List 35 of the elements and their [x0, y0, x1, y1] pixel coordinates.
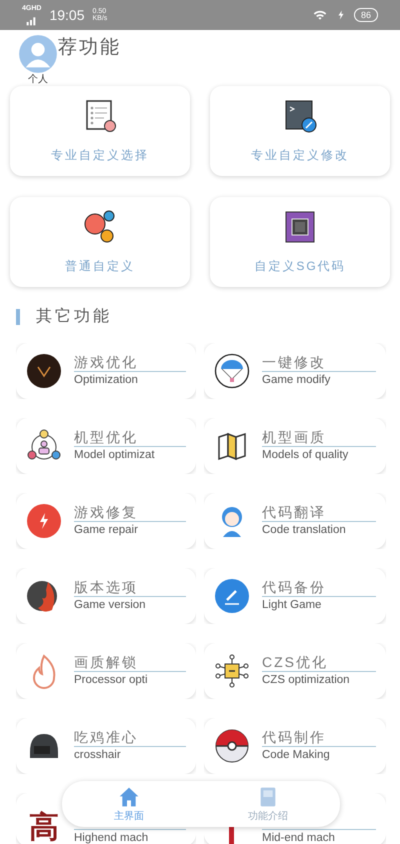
card-title: 一键修改 — [262, 354, 376, 372]
card-title: 代码制作 — [262, 729, 376, 747]
card-title: 代码翻译 — [262, 504, 376, 522]
glyph-icon: 高 — [26, 810, 62, 844]
card-title: 代码备份 — [262, 579, 376, 597]
card-subtitle: crosshair — [74, 748, 122, 763]
battery-indicator: 86 — [354, 8, 378, 22]
card-label: 普通自定义 — [65, 258, 135, 275]
card-title: 游戏修复 — [74, 504, 186, 522]
clock: 19:05 — [49, 6, 84, 24]
card-subtitle: Model optimizat — [74, 448, 156, 463]
card-title: 画质解锁 — [74, 654, 186, 672]
card-title: 版本选项 — [74, 579, 186, 597]
card-subtitle: CZS optimization — [262, 673, 351, 688]
card-title: 游戏优化 — [74, 354, 186, 372]
card-subtitle: Models of quality — [262, 448, 350, 463]
card-subtitle: Mid-end mach — [262, 831, 336, 844]
card-label: 专业自定义选择 — [51, 147, 149, 164]
card-subtitle: Optimization — [74, 373, 139, 388]
card-subtitle: Code Making — [262, 748, 331, 763]
card-subtitle: Game repair — [74, 523, 139, 538]
card-title: CZS优化 — [262, 654, 376, 672]
card-title: 吃鸡准心 — [74, 729, 186, 747]
section-title: 其它功能 — [36, 306, 112, 327]
card-subtitle: Highend mach — [74, 831, 150, 844]
section-title: 荐功能 — [58, 36, 121, 60]
card-title: 机型优化 — [74, 429, 186, 447]
card-subtitle: Game modify — [262, 373, 332, 388]
card-title: 机型画质 — [262, 429, 376, 447]
card-subtitle: Processor opti — [74, 673, 149, 688]
card-label: 专业自定义修改 — [251, 147, 349, 164]
card-subtitle: Game version — [74, 598, 147, 613]
card-subtitle: Light Game — [262, 598, 322, 613]
card-subtitle: Code translation — [262, 523, 347, 538]
card-label: 自定义SG代码 — [254, 258, 346, 275]
